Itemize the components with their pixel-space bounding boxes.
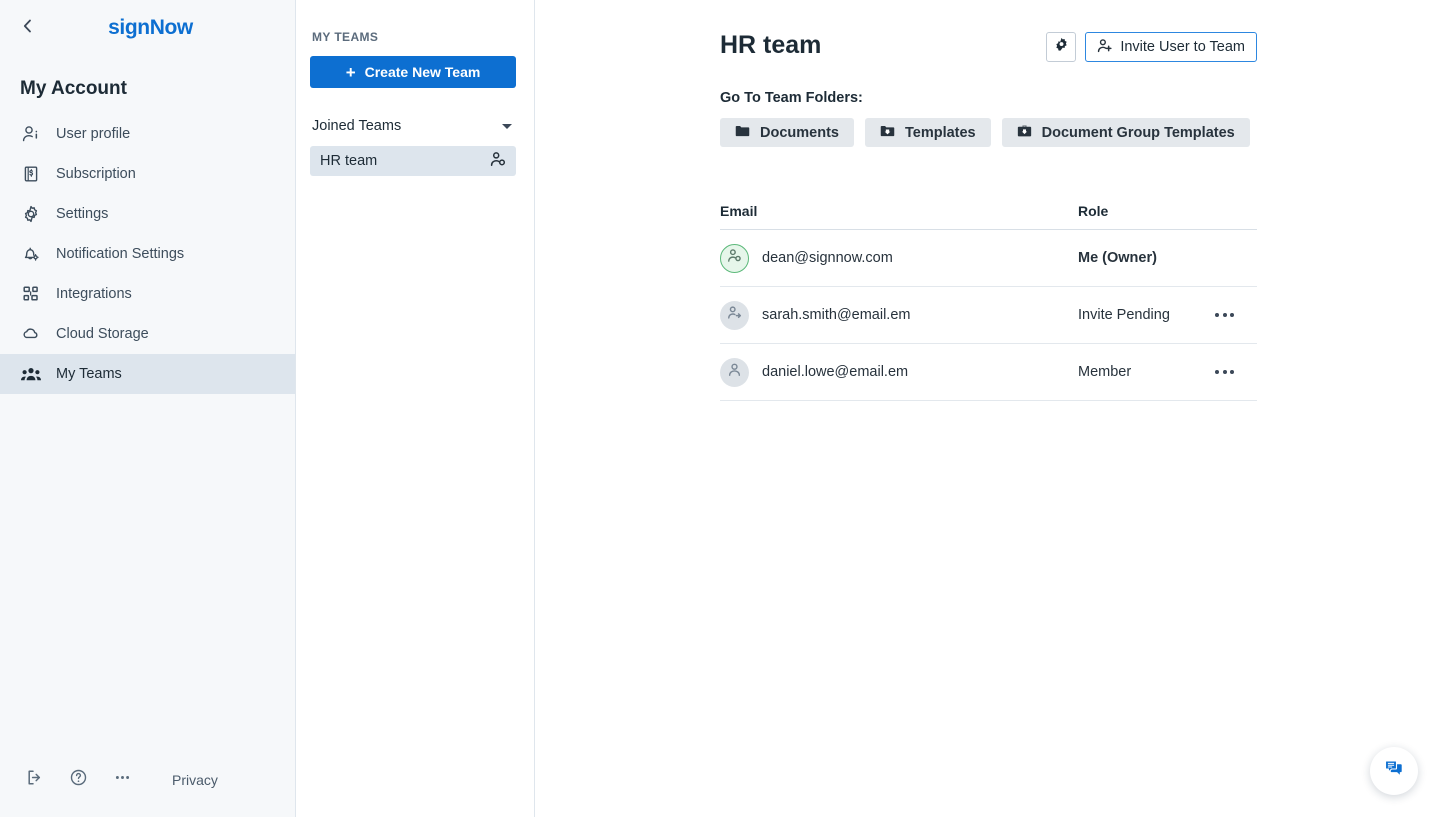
folder-button-label: Document Group Templates bbox=[1042, 125, 1235, 141]
folder-template-icon bbox=[880, 124, 895, 142]
joined-teams-label: Joined Teams bbox=[312, 118, 401, 134]
signnow-logo: signNow bbox=[42, 16, 259, 40]
plus-icon: + bbox=[346, 64, 356, 81]
go-to-team-folders-label: Go To Team Folders: bbox=[720, 90, 1440, 106]
sidebar-header: signNow bbox=[0, 0, 295, 56]
sidebar-item-label: User profile bbox=[56, 126, 130, 142]
integrations-grid-icon bbox=[20, 283, 42, 305]
templates-folder-button[interactable]: Templates bbox=[865, 118, 991, 147]
folder-icon bbox=[735, 124, 750, 142]
folder-button-label: Documents bbox=[760, 125, 839, 141]
team-name-label: HR team bbox=[320, 153, 377, 169]
caret-down-icon bbox=[502, 124, 512, 129]
more-options-button[interactable] bbox=[110, 768, 134, 792]
team-header: HR team bbox=[720, 32, 1257, 62]
user-plus-icon bbox=[1096, 37, 1113, 58]
avatar bbox=[720, 244, 749, 273]
bell-gear-icon bbox=[20, 243, 42, 265]
documents-folder-button[interactable]: Documents bbox=[720, 118, 854, 147]
sidebar-item-subscription[interactable]: Subscription bbox=[0, 154, 295, 194]
team-list-item-hr-team[interactable]: HR team bbox=[310, 146, 516, 176]
gear-icon bbox=[20, 203, 42, 225]
member-role: Me (Owner) bbox=[1078, 250, 1157, 266]
row-actions-menu-button[interactable] bbox=[1211, 364, 1238, 380]
joined-teams-toggle[interactable]: Joined Teams bbox=[310, 118, 518, 134]
team-header-actions: Invite User to Team bbox=[1046, 32, 1257, 62]
document-group-templates-button[interactable]: Document Group Templates bbox=[1002, 118, 1250, 147]
question-circle-icon bbox=[69, 768, 88, 792]
my-teams-section-label: MY TEAMS bbox=[310, 30, 518, 44]
column-header-email: Email bbox=[720, 203, 1078, 219]
person-icon bbox=[726, 361, 743, 383]
team-settings-button[interactable] bbox=[1046, 32, 1076, 62]
sidebar-item-my-teams[interactable]: My Teams bbox=[0, 354, 295, 394]
owner-person-icon bbox=[489, 150, 507, 173]
help-button[interactable] bbox=[66, 768, 90, 792]
chat-support-button[interactable] bbox=[1370, 747, 1418, 795]
gear-icon bbox=[1054, 37, 1069, 57]
main-content: HR team bbox=[535, 0, 1440, 817]
sidebar-item-label: Settings bbox=[56, 206, 108, 222]
member-email-cell: sarah.smith@email.em bbox=[720, 301, 1078, 330]
member-role: Member bbox=[1078, 364, 1131, 380]
user-info-icon bbox=[20, 123, 42, 145]
logout-icon bbox=[25, 768, 44, 792]
table-row: dean@signnow.com Me (Owner) bbox=[720, 230, 1257, 287]
member-role-cell: Invite Pending bbox=[1078, 307, 1257, 323]
sidebar-item-label: Subscription bbox=[56, 166, 136, 182]
briefcase-template-icon bbox=[1017, 124, 1032, 142]
sidebar-item-integrations[interactable]: Integrations bbox=[0, 274, 295, 314]
ellipsis-icon bbox=[113, 768, 132, 792]
invoice-dollar-icon bbox=[20, 163, 42, 185]
teams-panel: MY TEAMS + Create New Team Joined Teams … bbox=[296, 0, 535, 817]
sidebar-item-label: Cloud Storage bbox=[56, 326, 149, 342]
sidebar-item-label: My Teams bbox=[56, 366, 122, 382]
chat-messages-icon bbox=[1383, 758, 1405, 785]
create-new-team-label: Create New Team bbox=[365, 64, 481, 80]
folder-button-label: Templates bbox=[905, 125, 976, 141]
member-email-cell: daniel.lowe@email.em bbox=[720, 358, 1078, 387]
sidebar-footer: Privacy bbox=[0, 743, 296, 817]
sidebar-item-label: Integrations bbox=[56, 286, 132, 302]
person-owner-icon bbox=[726, 247, 743, 269]
team-members-table: Email Role bbox=[720, 203, 1257, 401]
member-email: dean@signnow.com bbox=[762, 250, 893, 266]
avatar bbox=[720, 358, 749, 387]
team-folder-buttons: Documents Templates bbox=[720, 118, 1440, 147]
member-email: sarah.smith@email.em bbox=[762, 307, 910, 323]
ellipsis-icon bbox=[1215, 313, 1219, 317]
page-title: HR team bbox=[720, 32, 1046, 60]
sidebar-item-label: Notification Settings bbox=[56, 246, 184, 262]
left-sidebar: signNow My Account User profile bbox=[0, 0, 296, 817]
member-email-cell: dean@signnow.com bbox=[720, 244, 1078, 273]
sidebar-item-settings[interactable]: Settings bbox=[0, 194, 295, 234]
member-role: Invite Pending bbox=[1078, 307, 1170, 323]
app-root: signNow My Account User profile bbox=[0, 0, 1440, 817]
cloud-icon bbox=[20, 323, 42, 345]
table-row: daniel.lowe@email.em Member bbox=[720, 344, 1257, 401]
collapse-sidebar-button[interactable] bbox=[14, 14, 42, 42]
avatar bbox=[720, 301, 749, 330]
ellipsis-icon bbox=[1215, 370, 1219, 374]
row-actions-menu-button[interactable] bbox=[1211, 307, 1238, 323]
team-people-icon bbox=[20, 363, 42, 385]
chevron-left-icon bbox=[21, 19, 35, 38]
table-header-row: Email Role bbox=[720, 203, 1257, 230]
sidebar-item-notification-settings[interactable]: Notification Settings bbox=[0, 234, 295, 274]
column-header-role: Role bbox=[1078, 203, 1257, 219]
person-invited-icon bbox=[726, 304, 743, 326]
logout-button[interactable] bbox=[22, 768, 46, 792]
member-role-cell: Member bbox=[1078, 364, 1257, 380]
page-title-my-account: My Account bbox=[0, 56, 295, 114]
sidebar-item-cloud-storage[interactable]: Cloud Storage bbox=[0, 314, 295, 354]
privacy-link[interactable]: Privacy bbox=[172, 772, 218, 788]
member-role-cell: Me (Owner) bbox=[1078, 250, 1257, 266]
member-email: daniel.lowe@email.em bbox=[762, 364, 908, 380]
sidebar-item-user-profile[interactable]: User profile bbox=[0, 114, 295, 154]
invite-user-to-team-button[interactable]: Invite User to Team bbox=[1085, 32, 1257, 62]
create-new-team-button[interactable]: + Create New Team bbox=[310, 56, 516, 88]
invite-user-label: Invite User to Team bbox=[1120, 39, 1245, 55]
table-row: sarah.smith@email.em Invite Pending bbox=[720, 287, 1257, 344]
